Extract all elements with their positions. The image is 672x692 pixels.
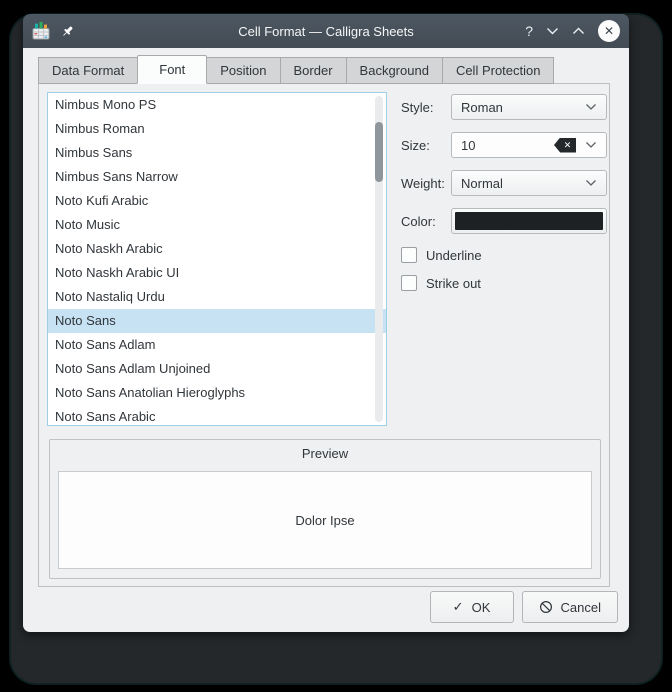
preview-groupbox: Preview Dolor Ipse (49, 439, 601, 579)
tab-background[interactable]: Background (346, 57, 443, 84)
chevron-down-icon (585, 179, 597, 187)
cancel-icon (539, 600, 553, 614)
preview-area: Dolor Ipse (58, 471, 592, 569)
clear-icon: ✕ (564, 140, 572, 151)
help-button[interactable]: ? (525, 23, 533, 39)
font-list-item[interactable]: Noto Sans (48, 309, 386, 333)
font-list-item[interactable]: Nimbus Roman (48, 117, 386, 141)
font-list-item[interactable]: Nimbus Sans Narrow (48, 165, 386, 189)
size-label: Size: (401, 138, 451, 153)
strikeout-label: Strike out (426, 276, 481, 291)
font-list-item[interactable]: Noto Sans Adlam (48, 333, 386, 357)
weight-row: Weight: Normal (401, 170, 607, 196)
font-list-item[interactable]: Nimbus Mono PS (48, 93, 386, 117)
close-icon: ✕ (604, 24, 614, 38)
dialog-content: Data FormatFontPositionBorderBackgroundC… (23, 48, 629, 632)
ok-button[interactable]: ✓ OK (430, 591, 514, 623)
style-combobox[interactable]: Roman (451, 94, 607, 120)
color-row: Color: (401, 208, 607, 234)
size-row: Size: ✕ (401, 132, 607, 158)
tab-bar: Data FormatFontPositionBorderBackgroundC… (38, 55, 554, 84)
font-color-swatch (455, 212, 603, 230)
cancel-button[interactable]: Cancel (522, 591, 618, 623)
tab-border[interactable]: Border (280, 57, 347, 84)
font-list-item[interactable]: Noto Nastaliq Urdu (48, 285, 386, 309)
font-options-column: Style: Roman Size: (401, 94, 607, 302)
titlebar[interactable]: Cell Format — Calligra Sheets (23, 14, 629, 48)
font-list-item[interactable]: Noto Sans Adlam Unjoined (48, 357, 386, 381)
underline-label: Underline (426, 248, 482, 263)
chevron-down-icon (585, 141, 597, 149)
font-list-item[interactable]: Nimbus Sans (48, 141, 386, 165)
cancel-label: Cancel (561, 600, 601, 615)
font-list-item[interactable]: Noto Naskh Arabic (48, 237, 386, 261)
chevron-down-icon (585, 103, 597, 111)
close-button[interactable]: ✕ (598, 20, 620, 42)
weight-combobox[interactable]: Normal (451, 170, 607, 196)
clear-size-button[interactable]: ✕ (554, 138, 576, 153)
scrollbar-track[interactable] (375, 96, 383, 422)
scrollbar-thumb[interactable] (375, 122, 383, 182)
tab-font[interactable]: Font (137, 55, 207, 84)
maximize-button[interactable] (572, 27, 585, 35)
size-combobox[interactable]: ✕ (451, 132, 607, 158)
weight-value: Normal (461, 176, 503, 191)
strikeout-row: Strike out (401, 274, 607, 292)
tab-data-format[interactable]: Data Format (38, 57, 138, 84)
app-icon[interactable] (31, 21, 51, 41)
underline-checkbox[interactable] (401, 247, 417, 263)
preview-sample-text: Dolor Ipse (295, 513, 354, 528)
preview-title: Preview (50, 446, 600, 461)
font-color-button[interactable] (451, 208, 607, 234)
dialog-buttons: ✓ OK Cancel (430, 591, 618, 623)
check-icon: ✓ (453, 599, 464, 615)
ok-label: OK (472, 600, 491, 615)
strikeout-checkbox[interactable] (401, 275, 417, 291)
style-row: Style: Roman (401, 94, 607, 120)
size-input[interactable] (461, 138, 519, 153)
pin-icon[interactable] (60, 24, 75, 39)
style-value: Roman (461, 100, 503, 115)
style-label: Style: (401, 100, 451, 115)
font-tab-panel: Nimbus Mono PSNimbus RomanNimbus SansNim… (38, 83, 610, 587)
tab-cell-protection[interactable]: Cell Protection (442, 57, 555, 84)
minimize-button[interactable] (546, 27, 559, 35)
weight-label: Weight: (401, 176, 451, 191)
font-family-list[interactable]: Nimbus Mono PSNimbus RomanNimbus SansNim… (47, 92, 387, 426)
font-list-item[interactable]: Noto Sans Anatolian Hieroglyphs (48, 381, 386, 405)
font-list-item[interactable]: Noto Sans Arabic (48, 405, 386, 426)
dialog-window: Cell Format — Calligra Sheets (23, 14, 629, 632)
font-list-item[interactable]: Noto Kufi Arabic (48, 189, 386, 213)
color-label: Color: (401, 214, 451, 229)
tab-position[interactable]: Position (206, 57, 280, 84)
text-decoration-group: Underline Strike out (401, 246, 607, 292)
font-list-item[interactable]: Noto Naskh Arabic UI (48, 261, 386, 285)
underline-row: Underline (401, 246, 607, 264)
font-list-items: Nimbus Mono PSNimbus RomanNimbus SansNim… (48, 93, 386, 426)
font-list-item[interactable]: Noto Music (48, 213, 386, 237)
